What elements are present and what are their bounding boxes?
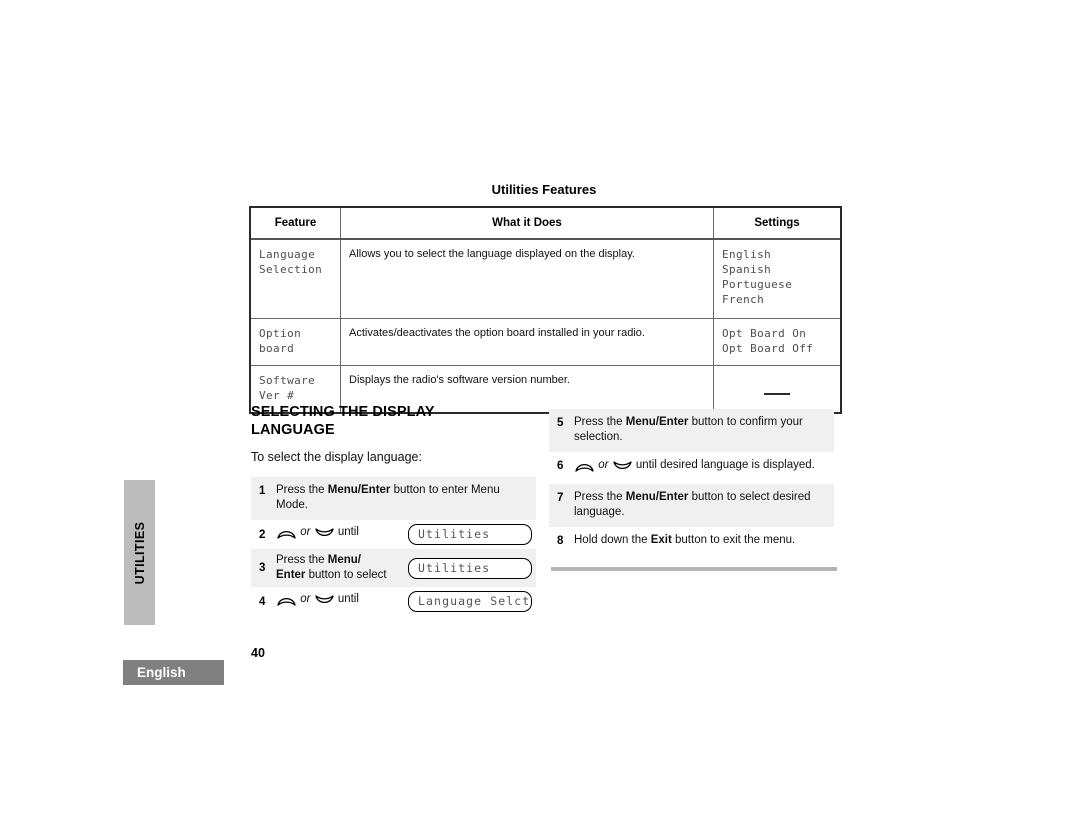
arrow-up-dome-icon[interactable] [575,461,594,477]
cell-settings-empty-dash [713,365,841,413]
step-text: Press the Menu/Enter button to confirm y… [574,416,803,443]
page-title: SELECTING THE DISPLAY LANGUAGE [251,404,435,438]
step-item-6: 6 or until desired language is displayed… [549,452,834,484]
column-header-settings: Settings [713,207,841,240]
step-text: or until desired language is displayed. [574,458,830,477]
step-number: 4 [259,595,266,608]
language-footer-chip-label: English [137,665,186,680]
step-number: 6 [557,460,564,472]
step-number: 8 [557,535,564,547]
arrow-up-dome-icon[interactable] [277,595,296,611]
step-number: 7 [557,492,564,504]
arrow-down-dome-icon[interactable] [314,528,334,544]
or-separator-label: or [595,459,612,471]
step-item-1: 1 Press the Menu/Enter button to enter Me… [251,477,536,520]
chapter-side-tab: UTILITIES [124,480,155,625]
cell-feature: Option board [250,318,341,366]
table-row: Language Selection Allows you to select … [250,238,841,319]
emphasis-text: Menu/ [327,554,362,566]
emphasis-text: Menu/Enter [625,416,689,428]
column-header-what-it-does: What it Does [340,207,714,240]
chapter-side-tab-label: UTILITIES [132,521,147,584]
cell-what-it-does: Allows you to select the language displa… [340,238,714,319]
page-number: 40 [251,646,265,660]
step-list-left: 1 Press the Menu/Enter button to enter Me… [251,477,536,616]
lcd-readout: Utilities [408,524,532,545]
arrow-down-dome-icon[interactable] [314,595,334,611]
emphasis-text: Enter [276,569,306,581]
step-item-7: 7 Press the Menu/Enter button to select d… [549,484,834,527]
emphasis-text: Exit [650,534,672,546]
or-separator-label: or [297,526,314,538]
emphasis-text: Menu/Enter [327,484,391,496]
step-text: Press the Menu/Enter button to select de… [574,491,811,518]
arrow-up-dome-icon[interactable] [277,528,296,544]
em-dash-icon [764,392,790,395]
lcd-readout: Utilities [408,557,532,579]
or-separator-label: or [297,593,314,605]
step-number: 1 [259,485,266,497]
step-item-5: 5 Press the Menu/Enter button to confirm … [549,409,834,452]
section-end-rule [551,567,837,571]
emphasis-text: Menu/Enter [625,491,689,503]
step-item-2: 2 or until Utilities [251,520,536,549]
section-intro-text: To select the display language: [251,450,422,464]
step-number: 3 [259,562,266,574]
cell-settings: Opt Board On Opt Board Off [713,318,841,366]
step-item-8: 8 Hold down the Exit button to exit the m… [549,527,834,556]
step-text: Press the Menu/Enter button to select [276,554,387,581]
arrow-down-dome-icon[interactable] [612,461,632,477]
step-text: Hold down the Exit button to exit the me… [574,534,796,546]
table-header: Feature What it Does Settings [250,207,841,240]
utilities-features-table: Feature What it Does Settings Language S… [249,206,842,414]
column-header-feature: Feature [250,207,341,240]
language-footer-chip: English [123,660,224,685]
table-header-row: Feature What it Does Settings [250,207,841,240]
cell-settings: English Spanish Portuguese French [713,238,841,319]
step-list-right: 5 Press the Menu/Enter button to confirm … [549,409,834,556]
step-number: 2 [259,528,266,541]
step-text: or until [276,525,359,544]
lcd-readout-slot: Language Selct [408,591,532,612]
lcd-readout-slot: Utilities [408,524,532,545]
step-text: Press the Menu/Enter button to enter Men… [276,484,500,511]
lcd-readout-slot: Utilities [408,557,532,579]
cell-what-it-does: Activates/deactivates the option board i… [340,318,714,366]
step-item-3: 3 Press the Menu/Enter button to select Ut… [251,549,536,587]
step-number: 5 [557,417,564,429]
step-text: or until [276,592,359,611]
cell-feature: Language Selection [250,238,341,319]
lcd-readout: Language Selct [408,591,532,612]
table-title: Utilities Features [491,182,597,197]
step-item-4: 4 or until Language Selct [251,587,536,616]
table-row: Option board Activates/deactivates the o… [250,318,841,366]
table-body: Language Selection Allows you to select … [250,238,841,413]
